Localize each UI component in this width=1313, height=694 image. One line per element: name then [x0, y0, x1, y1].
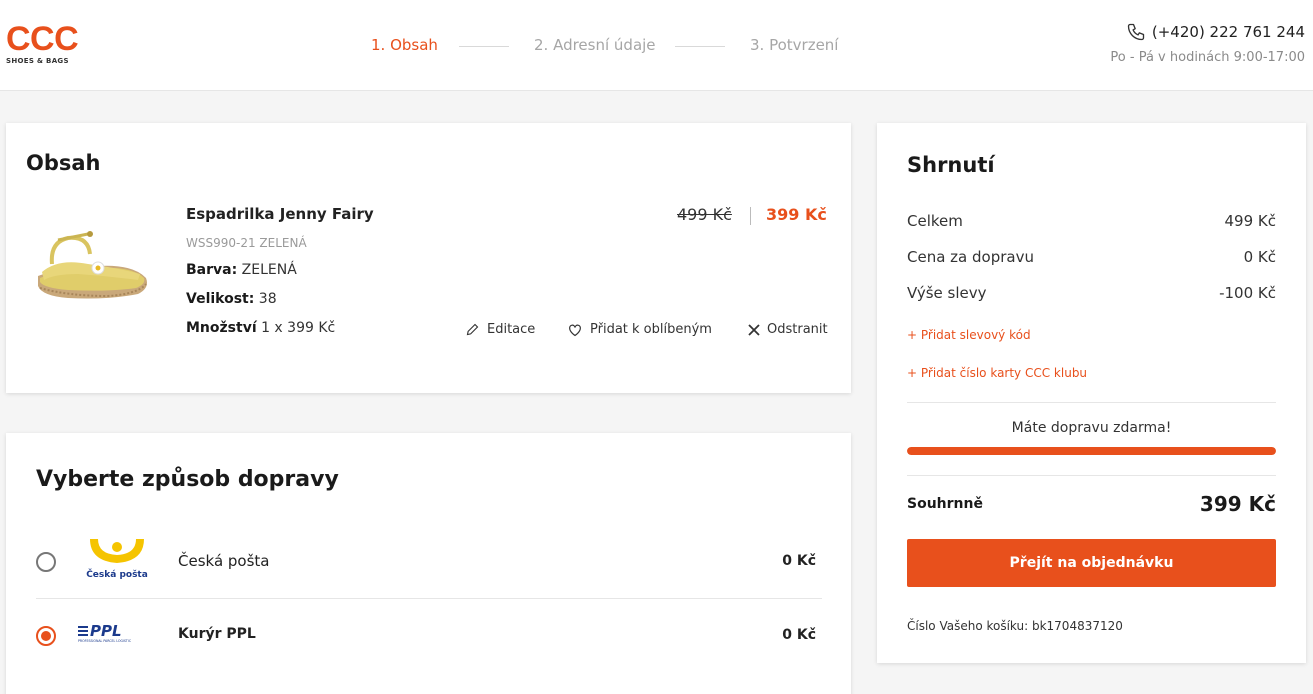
- add-to-favorites-button[interactable]: Přidat k oblíbeným: [567, 322, 712, 337]
- summary-value: 499 Kč: [1224, 212, 1276, 230]
- summary-value: -100 Kč: [1219, 284, 1276, 302]
- size-value: 38: [258, 291, 277, 307]
- qty-label: Množství: [186, 320, 257, 336]
- edit-button[interactable]: Editace: [465, 322, 535, 337]
- summary-row-total: Celkem 499 Kč: [907, 212, 1276, 230]
- summary-divider: [907, 402, 1276, 403]
- step-divider: [675, 46, 725, 47]
- shipping-price-ppl: 0 Kč: [782, 627, 816, 643]
- step-address[interactable]: 2. Adresní údaje: [534, 36, 656, 54]
- remove-label: Odstranit: [767, 322, 828, 337]
- ceska-posta-logo-text: Česká pošta: [86, 568, 148, 580]
- ppl-logo: PPL PROFESSIONAL PARCEL LOGISTIC: [78, 622, 132, 643]
- ccc-logo[interactable]: CCC SHOES & BAGS: [6, 20, 88, 65]
- shipping-option-ppl[interactable]: PPL PROFESSIONAL PARCEL LOGISTIC Kurýr P…: [36, 600, 822, 674]
- ppl-logo-subtext: PROFESSIONAL PARCEL LOGISTIC: [78, 639, 132, 643]
- free-shipping-progress: [907, 447, 1276, 455]
- product-name[interactable]: Espadrilka Jenny Fairy: [186, 205, 374, 223]
- summary-value: 0 Kč: [1243, 248, 1276, 266]
- price-discounted: 399 Kč: [766, 205, 827, 224]
- summary-label: Cena za dopravu: [907, 248, 1034, 266]
- close-icon: [748, 323, 760, 336]
- phone-icon: [1127, 23, 1145, 41]
- add-discount-code-link[interactable]: + Přidat slevový kód: [907, 328, 1031, 342]
- free-shipping-progress-fill: [907, 447, 1276, 455]
- free-shipping-text: Máte dopravu zdarma!: [1011, 420, 1172, 436]
- qty-value: 1 x 399 Kč: [261, 320, 336, 336]
- logo-tagline: SHOES & BAGS: [6, 57, 69, 65]
- logo-text: CCC: [6, 20, 79, 58]
- size-label: Velikost:: [186, 291, 255, 307]
- product-image[interactable]: [28, 228, 158, 308]
- shipping-title: Vyberte způsob dopravy: [36, 467, 339, 492]
- price-separator: [750, 207, 751, 225]
- summary-label: Výše slevy: [907, 284, 987, 302]
- opening-hours: Po - Pá v hodinách 9:00-17:00: [1110, 50, 1305, 65]
- remove-button[interactable]: Odstranit: [748, 322, 828, 337]
- ppl-logo-text: PPL: [90, 622, 122, 640]
- product-color: Barva: ZELENÁ: [186, 262, 297, 278]
- favorites-label: Přidat k oblíbeným: [590, 322, 712, 337]
- shipping-divider: [36, 598, 822, 599]
- summary-label: Celkem: [907, 212, 963, 230]
- cart-title: Obsah: [26, 151, 101, 175]
- summary-row-discount: Výše slevy -100 Kč: [907, 284, 1276, 302]
- product-quantity: Množství 1 x 399 Kč: [186, 320, 335, 336]
- summary-title: Shrnutí: [907, 153, 995, 177]
- shipping-name-ceska-posta: Česká pošta: [178, 552, 270, 570]
- proceed-to-order-button[interactable]: Přejít na objednávku: [907, 539, 1276, 587]
- ceska-posta-logo: Česká pošta: [86, 539, 148, 580]
- step-confirmation[interactable]: 3. Potvrzení: [750, 36, 838, 54]
- header: CCC SHOES & BAGS 1. Obsah 2. Adresní úda…: [0, 0, 1313, 91]
- radio-ppl[interactable]: [36, 626, 56, 646]
- edit-label: Editace: [487, 322, 536, 337]
- add-club-card-link[interactable]: + Přidat číslo karty CCC klubu: [907, 366, 1087, 380]
- step-divider: [459, 46, 509, 47]
- summary-divider: [907, 475, 1276, 476]
- pencil-icon: [466, 323, 479, 336]
- shipping-name-ppl: Kurýr PPL: [178, 626, 256, 642]
- product-sku: WSS990-21 ZELENÁ: [186, 236, 307, 250]
- cart-number: Číslo Vašeho košíku: bk1704837120: [907, 619, 1123, 633]
- product-size: Velikost: 38: [186, 291, 277, 307]
- total-value: 399 Kč: [1199, 492, 1276, 516]
- radio-ceska-posta[interactable]: [36, 552, 56, 572]
- step-content[interactable]: 1. Obsah: [371, 36, 438, 54]
- phone-number: (+420) 222 761 244: [1151, 23, 1305, 41]
- shipping-price-ceska-posta: 0 Kč: [782, 553, 816, 569]
- summary-row-shipping: Cena za dopravu 0 Kč: [907, 248, 1276, 266]
- color-label: Barva:: [186, 262, 238, 278]
- phone-line[interactable]: (+420) 222 761 244: [1110, 22, 1305, 42]
- heart-icon: [569, 324, 581, 337]
- contact-info: (+420) 222 761 244 Po - Pá v hodinách 9:…: [1110, 22, 1305, 65]
- price-original: 499 Kč: [677, 205, 732, 224]
- shipping-option-ceska-posta[interactable]: Česká pošta Česká pošta 0 Kč: [36, 525, 822, 599]
- color-value: ZELENÁ: [241, 262, 297, 278]
- total-label: Souhrnně: [907, 496, 983, 512]
